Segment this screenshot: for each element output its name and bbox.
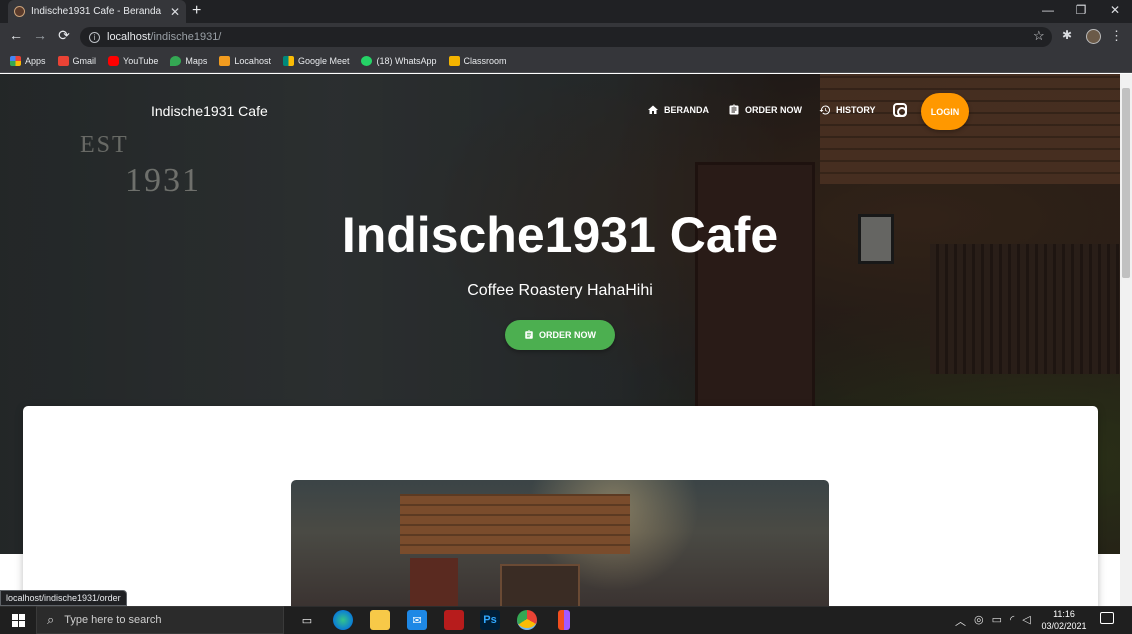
edge-icon[interactable] bbox=[333, 610, 353, 630]
tray-network-adapter-icon[interactable]: ◎ bbox=[974, 613, 984, 629]
link-status-bubble: localhost/indische1931/order bbox=[0, 590, 127, 606]
notification-icon[interactable] bbox=[1100, 612, 1114, 624]
gmail-icon bbox=[57, 56, 69, 66]
profile-avatar[interactable] bbox=[1086, 29, 1101, 44]
reload-icon[interactable]: ⟳ bbox=[56, 27, 72, 44]
tab-title: Indische1931 Cafe - Beranda bbox=[31, 6, 162, 17]
bookmark-gmail[interactable]: Gmail bbox=[57, 56, 97, 66]
start-button[interactable] bbox=[0, 606, 36, 634]
whatsapp-icon bbox=[361, 56, 373, 66]
tray-chevron-icon[interactable]: ︿ bbox=[955, 613, 966, 629]
clipboard-icon bbox=[729, 104, 739, 115]
cafe-photo-window bbox=[500, 564, 580, 606]
bookmarks-bar: Apps Gmail YouTube Maps Locahost Google … bbox=[0, 50, 1132, 73]
clock-time: 11:16 bbox=[1053, 609, 1075, 619]
clock-date: 03/02/2021 bbox=[1041, 621, 1087, 631]
bookmark-label: Apps bbox=[25, 56, 46, 66]
battery-icon[interactable]: ▭ bbox=[992, 613, 1002, 629]
bookmark-classroom[interactable]: Classroom bbox=[448, 56, 507, 66]
maps-pin-icon bbox=[170, 56, 182, 66]
bookmark-locahost[interactable]: Locahost bbox=[219, 56, 271, 66]
meet-icon bbox=[282, 56, 294, 66]
cafe-photo-planks bbox=[400, 494, 630, 554]
address-bar[interactable]: i localhost/indische1931/ bbox=[80, 27, 1052, 47]
bookmark-label: (18) WhatsApp bbox=[376, 56, 437, 66]
url-host: localhost bbox=[107, 31, 151, 43]
cafe-photo-door bbox=[410, 558, 458, 606]
restore-button[interactable]: ❐ bbox=[1066, 3, 1096, 17]
home-icon bbox=[648, 105, 658, 114]
bookmark-label: Locahost bbox=[234, 56, 271, 66]
apps-grid-icon bbox=[10, 56, 21, 66]
hero-subtitle: Coffee Roastery HahaHihi bbox=[467, 282, 653, 299]
classroom-icon bbox=[448, 56, 460, 66]
task-view-icon[interactable]: ▭ bbox=[297, 610, 317, 630]
hero-order-now-label: ORDER NOW bbox=[539, 330, 596, 340]
history-icon bbox=[819, 105, 831, 115]
close-window-button[interactable]: ✕ bbox=[1100, 3, 1130, 17]
nav-order-now[interactable]: ORDER NOW bbox=[728, 104, 802, 116]
taskbar-search[interactable]: ⌕ Type here to search bbox=[36, 606, 284, 634]
browser-tab[interactable]: Indische1931 Cafe - Beranda ✕ bbox=[8, 0, 186, 23]
bookmark-maps[interactable]: Maps bbox=[170, 56, 207, 66]
new-tab-button[interactable]: + bbox=[192, 2, 201, 20]
bookmark-youtube[interactable]: YouTube bbox=[108, 56, 158, 66]
cafe-favicon-icon bbox=[14, 6, 25, 17]
clipboard-icon bbox=[525, 330, 533, 339]
bookmark-apps[interactable]: Apps bbox=[10, 56, 46, 66]
file-explorer-icon[interactable] bbox=[370, 610, 390, 630]
taskbar-search-placeholder: Type here to search bbox=[64, 614, 162, 626]
hero-order-now-button[interactable]: ORDER NOW bbox=[505, 320, 615, 350]
hero-title: Indische1931 Cafe bbox=[341, 207, 779, 263]
nav-order-now-label: ORDER NOW bbox=[745, 105, 802, 115]
search-icon: ⌕ bbox=[47, 612, 55, 627]
bookmark-label: YouTube bbox=[123, 56, 159, 66]
photoshop-icon[interactable]: Ps bbox=[480, 610, 500, 630]
bookmark-whatsapp[interactable]: (18) WhatsApp bbox=[361, 56, 437, 66]
back-arrow-icon[interactable]: ← bbox=[8, 27, 24, 43]
chrome-menu-icon[interactable]: ⋮ bbox=[1110, 28, 1123, 44]
site-info-icon[interactable]: i bbox=[89, 31, 100, 43]
wifi-icon[interactable]: ◜ bbox=[1010, 613, 1014, 629]
app-red-icon[interactable] bbox=[444, 610, 464, 630]
bookmark-google-meet[interactable]: Google Meet bbox=[282, 56, 350, 66]
bookmark-label: Classroom bbox=[463, 56, 507, 66]
system-tray: ︿ ◎ ▭ ◜ ◁ bbox=[955, 613, 1031, 629]
bookmark-label: Maps bbox=[185, 56, 208, 66]
nav-history[interactable]: HISTORY bbox=[819, 104, 876, 116]
taskbar-clock[interactable]: 11:16 03/02/2021 bbox=[1036, 608, 1092, 632]
instagram-icon[interactable] bbox=[893, 103, 907, 117]
volume-icon[interactable]: ◁ bbox=[1022, 613, 1030, 629]
figma-icon[interactable] bbox=[558, 610, 570, 630]
youtube-icon bbox=[108, 56, 120, 66]
login-button[interactable]: LOGIN bbox=[921, 93, 969, 130]
navbar-brand[interactable]: Indische1931 Cafe bbox=[151, 103, 268, 119]
nav-beranda-label: BERANDA bbox=[664, 105, 709, 115]
bookmark-star-icon[interactable]: ☆ bbox=[1033, 28, 1045, 44]
page-viewport: EST 1931 Indische1931 Cafe BERANDA ORDER… bbox=[0, 74, 1132, 606]
bookmark-label: Google Meet bbox=[297, 56, 350, 66]
extensions-puzzle-icon[interactable]: ✱ bbox=[1062, 28, 1072, 42]
bookmark-label: Gmail bbox=[72, 56, 97, 66]
nav-history-label: HISTORY bbox=[836, 105, 876, 115]
url-path: /indische1931/ bbox=[150, 31, 222, 43]
chrome-icon[interactable] bbox=[517, 610, 537, 630]
scrollbar-thumb[interactable] bbox=[1122, 88, 1130, 278]
mail-icon[interactable]: ✉ bbox=[407, 610, 427, 630]
xampp-icon bbox=[219, 56, 231, 66]
nav-beranda[interactable]: BERANDA bbox=[647, 104, 709, 116]
windows-logo-icon bbox=[11, 613, 25, 627]
minimize-button[interactable]: — bbox=[1033, 3, 1063, 17]
tab-close-icon[interactable]: ✕ bbox=[170, 5, 180, 19]
forward-arrow-icon[interactable]: → bbox=[32, 27, 48, 43]
